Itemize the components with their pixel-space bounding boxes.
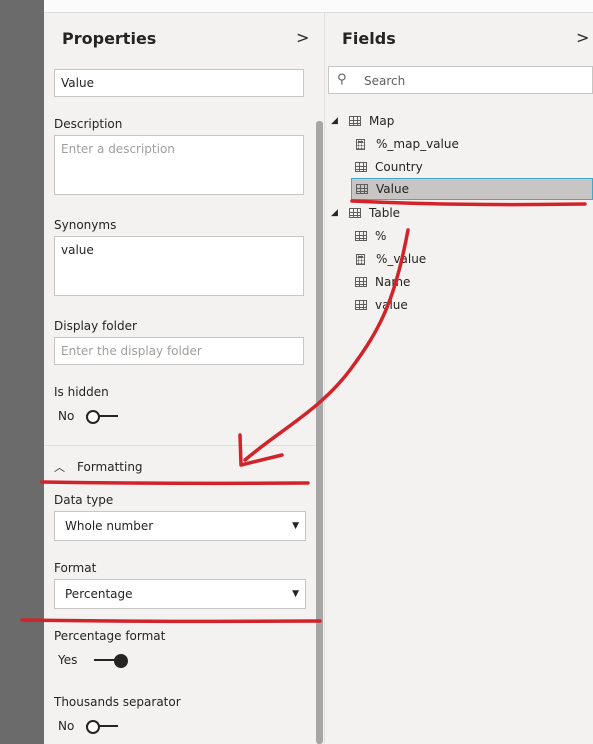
collapse-fields-chevron-icon[interactable]: > xyxy=(576,28,589,47)
column-icon xyxy=(356,184,368,194)
left-rail xyxy=(0,0,44,744)
table-icon xyxy=(349,116,361,126)
field-label: Value xyxy=(376,182,409,196)
field-item-selected[interactable]: Value xyxy=(351,178,593,200)
percentage-format-label: Percentage format xyxy=(54,629,166,643)
fields-title: Fields xyxy=(342,29,396,48)
dropdown-caret-icon: ▼ xyxy=(292,589,299,599)
dropdown-caret-icon: ▼ xyxy=(292,521,299,531)
column-icon xyxy=(355,231,367,241)
search-placeholder: Search xyxy=(364,74,406,88)
formatting-label: Formatting xyxy=(77,460,143,474)
field-item[interactable]: Country xyxy=(355,156,423,178)
format-label: Format xyxy=(54,561,97,575)
name-input[interactable]: Value xyxy=(54,69,304,97)
section-divider xyxy=(44,445,316,446)
data-type-label: Data type xyxy=(54,493,114,507)
display-folder-input[interactable]: Enter the display folder xyxy=(54,337,304,365)
field-label: Name xyxy=(375,275,411,289)
formatting-section-header[interactable]: ︿ Formatting xyxy=(54,459,143,475)
search-input[interactable]: ⚲ Search xyxy=(328,66,593,94)
tree-table-map[interactable]: ◢ Map xyxy=(331,110,394,132)
is-hidden-toggle[interactable] xyxy=(86,410,118,424)
toggle-knob xyxy=(86,410,100,424)
toggle-knob xyxy=(114,654,128,668)
search-icon: ⚲ xyxy=(337,72,347,87)
data-type-select[interactable]: Whole number ▼ xyxy=(54,511,306,541)
tree-table-table[interactable]: ◢ Table xyxy=(331,202,400,224)
field-item[interactable]: %_value xyxy=(355,248,426,270)
collapse-properties-chevron-icon[interactable]: > xyxy=(296,28,309,47)
field-label: Country xyxy=(375,160,423,174)
chevron-up-icon: ︿ xyxy=(54,461,65,474)
field-label: %_map_value xyxy=(376,137,459,151)
table-icon xyxy=(349,208,361,218)
is-hidden-label: Is hidden xyxy=(54,385,109,399)
field-item[interactable]: Name xyxy=(355,271,410,293)
calculator-icon xyxy=(356,138,365,150)
toggle-knob xyxy=(86,720,100,734)
format-select[interactable]: Percentage ▼ xyxy=(54,579,306,609)
description-label: Description xyxy=(54,117,123,131)
properties-title: Properties xyxy=(62,29,157,48)
column-icon xyxy=(355,300,367,310)
top-strip xyxy=(44,0,593,13)
expand-triangle-icon: ◢ xyxy=(331,116,338,126)
calculator-icon xyxy=(356,253,365,265)
field-item[interactable]: value xyxy=(355,294,408,316)
percentage-format-toggle[interactable] xyxy=(94,654,128,668)
table-name: Table xyxy=(369,206,401,220)
thousands-separator-toggle[interactable] xyxy=(86,720,118,734)
format-value: Percentage xyxy=(65,587,133,601)
percentage-format-value: Yes xyxy=(58,653,78,667)
fields-pane: Fields > ⚲ Search ◢ Map %_map_value Coun… xyxy=(325,13,593,744)
table-name: Map xyxy=(369,114,395,128)
synonyms-label: Synonyms xyxy=(54,218,117,232)
properties-scrollbar[interactable] xyxy=(316,121,323,744)
expand-triangle-icon: ◢ xyxy=(331,208,338,218)
field-item[interactable]: %_map_value xyxy=(355,133,459,155)
field-label: value xyxy=(375,298,408,312)
description-input[interactable]: Enter a description xyxy=(54,135,304,195)
column-icon xyxy=(355,277,367,287)
column-icon xyxy=(355,162,367,172)
data-type-value: Whole number xyxy=(65,519,154,533)
is-hidden-value: No xyxy=(58,409,75,423)
field-label: % xyxy=(375,229,387,243)
display-folder-label: Display folder xyxy=(54,319,137,333)
properties-pane: Properties > Value Description Enter a d… xyxy=(44,13,325,744)
thousands-separator-label: Thousands separator xyxy=(54,695,181,709)
field-label: %_value xyxy=(376,252,427,266)
thousands-separator-value: No xyxy=(58,719,75,733)
field-item[interactable]: % xyxy=(355,225,386,247)
synonyms-input[interactable]: value xyxy=(54,236,304,296)
